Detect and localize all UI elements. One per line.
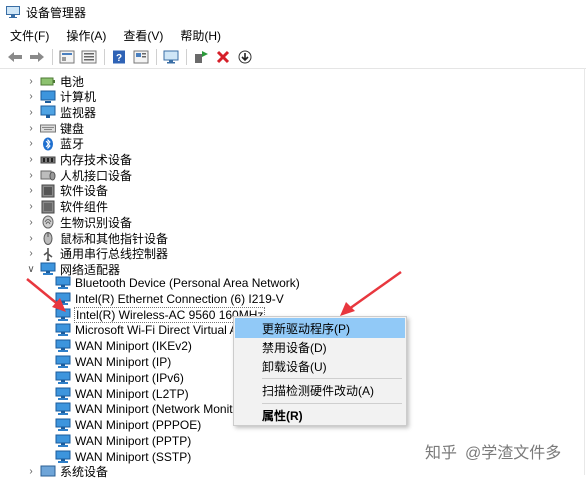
- annotation-arrow-right: [340, 270, 402, 316]
- watermark: 知乎 @学渣文件多: [425, 439, 561, 463]
- menu-properties[interactable]: 属性(R): [235, 405, 405, 425]
- menu-scan-hardware[interactable]: 扫描检测硬件改动(A): [235, 380, 405, 400]
- annotation-arrow-left: [26, 278, 66, 312]
- watermark-author: @学渣文件多: [465, 445, 562, 462]
- watermark-platform: 知乎: [425, 445, 458, 462]
- menu-uninstall-device[interactable]: 卸载设备(U): [235, 356, 405, 376]
- context-menu: 更新驱动程序(P) 禁用设备(D) 卸载设备(U) 扫描检测硬件改动(A) 属性…: [233, 316, 407, 426]
- menu-separator: [262, 403, 402, 404]
- menu-separator: [262, 378, 402, 379]
- menu-disable-device[interactable]: 禁用设备(D): [235, 337, 405, 357]
- menu-update-driver[interactable]: 更新驱动程序(P): [235, 318, 405, 338]
